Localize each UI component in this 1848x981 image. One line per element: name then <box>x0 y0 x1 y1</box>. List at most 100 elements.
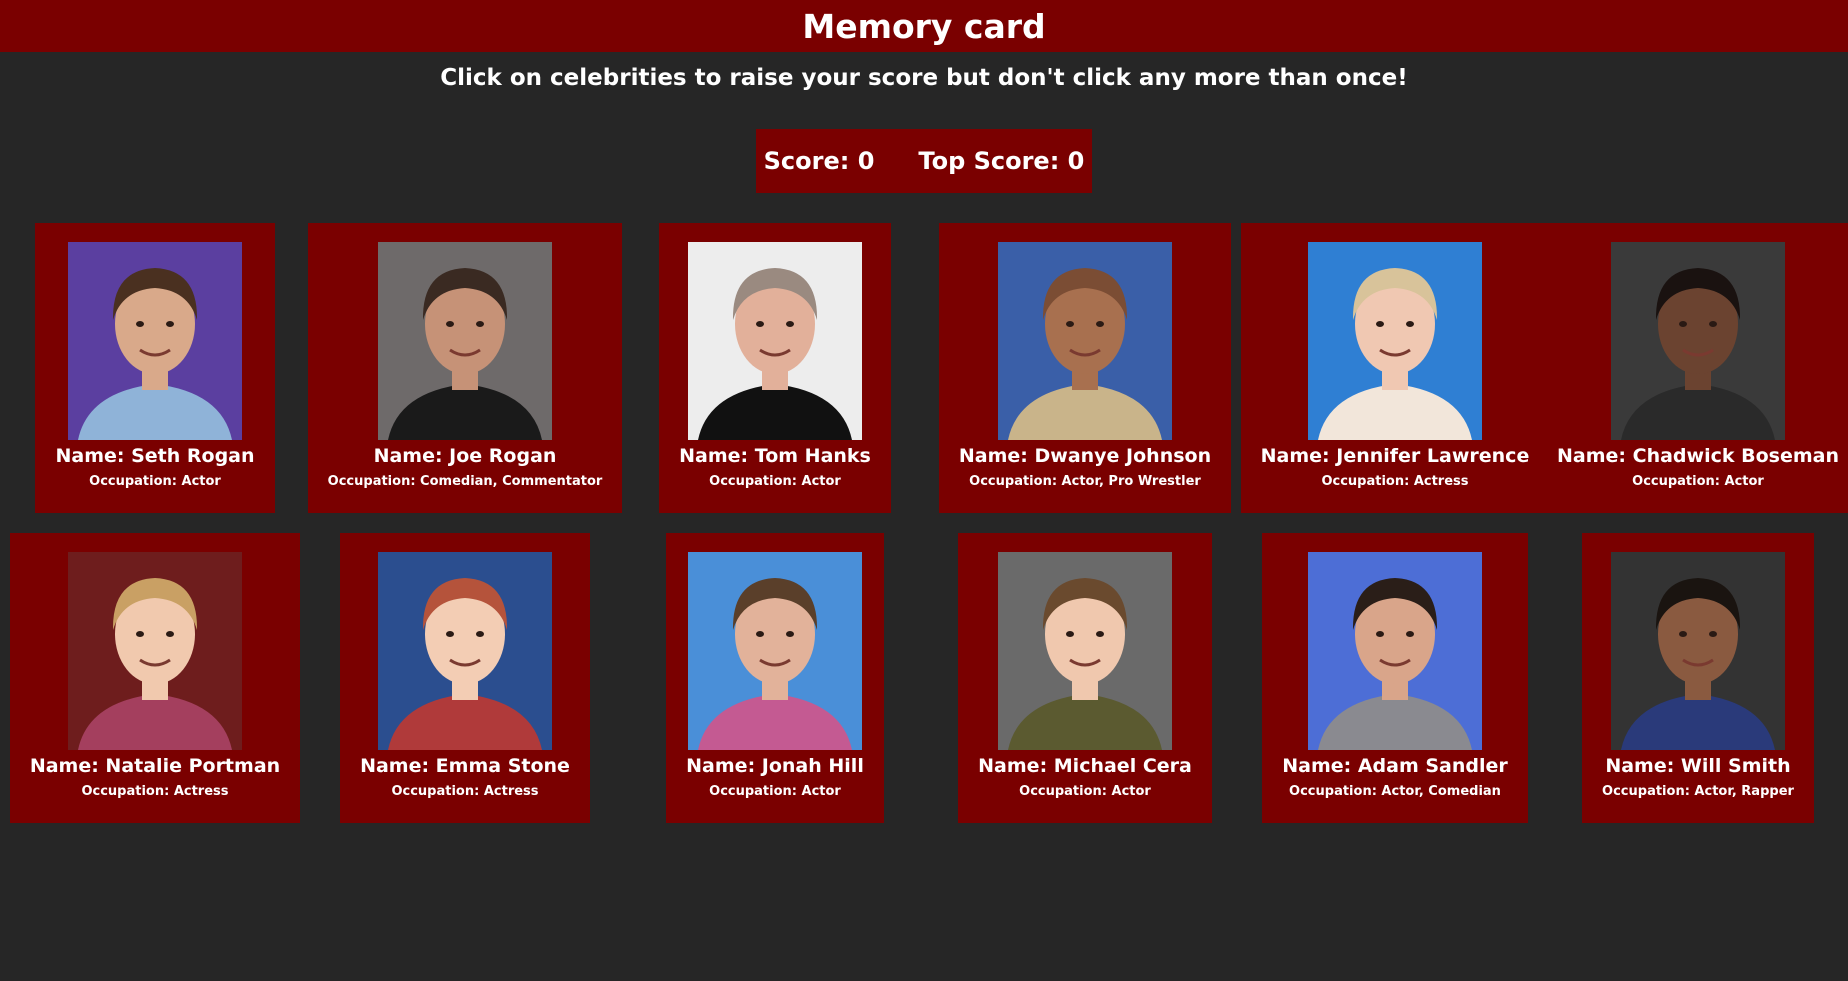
celebrity-card[interactable]: Name: Adam Sandler Occupation: Actor, Co… <box>1262 533 1528 823</box>
portrait-graphic <box>998 242 1172 440</box>
card-grid: Name: Seth Rogan Occupation: Actor Name:… <box>0 223 1848 863</box>
portrait-eye-left <box>1066 631 1074 637</box>
celebrity-photo[interactable] <box>1307 242 1482 440</box>
celebrity-photo[interactable] <box>998 242 1172 440</box>
portrait-eye-right <box>786 321 794 327</box>
celebrity-photo[interactable] <box>67 552 242 750</box>
portrait-graphic <box>687 552 862 750</box>
card-slot: Name: Joe Rogan Occupation: Comedian, Co… <box>307 223 623 513</box>
celebrity-photo[interactable] <box>378 552 552 750</box>
celebrity-name: Name: Natalie Portman <box>29 755 281 777</box>
portrait-eye-left <box>756 321 764 327</box>
celebrity-name: Name: Emma Stone <box>360 755 570 777</box>
celebrity-card[interactable]: Name: Tom Hanks Occupation: Actor <box>659 223 891 513</box>
portrait-graphic <box>378 552 552 750</box>
celebrity-card[interactable]: Name: Jennifer Lawrence Occupation: Actr… <box>1240 223 1550 513</box>
portrait-eye-right <box>1096 631 1104 637</box>
card-slot: Name: Jonah Hill Occupation: Actor <box>620 533 930 823</box>
portrait-eye-left <box>1679 321 1687 327</box>
portrait-eye-right <box>1096 321 1104 327</box>
celebrity-card[interactable]: Name: Joe Rogan Occupation: Comedian, Co… <box>307 223 623 513</box>
celebrity-photo[interactable] <box>378 242 552 440</box>
card-slot: Name: Adam Sandler Occupation: Actor, Co… <box>1240 533 1550 823</box>
celebrity-occupation: Occupation: Actor, Comedian <box>1289 784 1501 799</box>
top-score-display: Top Score: 0 <box>918 147 1085 175</box>
portrait-graphic <box>688 242 862 440</box>
portrait-eye-left <box>1375 321 1384 327</box>
card-slot: Name: Will Smith Occupation: Actor, Rapp… <box>1543 533 1848 823</box>
celebrity-photo[interactable] <box>1611 242 1785 440</box>
card-slot: Name: Jennifer Lawrence Occupation: Actr… <box>1240 223 1550 513</box>
celebrity-card[interactable]: Name: Michael Cera Occupation: Actor <box>958 533 1212 823</box>
instructions-text: Click on celebrities to raise your score… <box>440 65 1408 91</box>
score-display: Score: 0 <box>763 147 875 175</box>
celebrity-card[interactable]: Name: Natalie Portman Occupation: Actres… <box>9 533 301 823</box>
app-header: Memory card <box>0 0 1848 52</box>
celebrity-name: Name: Jennifer Lawrence <box>1260 445 1530 467</box>
portrait-eye-right <box>476 631 484 637</box>
celebrity-occupation: Occupation: Actor <box>1632 474 1764 489</box>
celebrity-photo[interactable] <box>998 552 1172 750</box>
page-title: Memory card <box>802 6 1046 46</box>
celebrity-photo[interactable] <box>1308 552 1482 750</box>
card-slot: Name: Tom Hanks Occupation: Actor <box>620 223 930 513</box>
portrait-graphic <box>1307 242 1482 440</box>
card-row: Name: Seth Rogan Occupation: Actor Name:… <box>0 223 1848 513</box>
celebrity-photo[interactable] <box>1610 552 1785 750</box>
portrait-eye-right <box>1406 631 1414 637</box>
celebrity-name: Name: Joe Rogan <box>373 445 557 467</box>
portrait-eye-left <box>1678 631 1687 637</box>
celebrity-occupation: Occupation: Actor <box>1019 784 1151 799</box>
portrait-eye-right <box>1709 321 1717 327</box>
celebrity-name: Name: Jonah Hill <box>686 755 864 777</box>
celebrity-occupation: Occupation: Actor <box>709 474 841 489</box>
card-slot: Name: Emma Stone Occupation: Actress <box>310 533 620 823</box>
celebrity-card[interactable]: Name: Dwanye Johnson Occupation: Actor, … <box>938 223 1232 513</box>
celebrity-occupation: Occupation: Actress <box>391 784 539 799</box>
portrait-eye-left <box>446 631 454 637</box>
portrait-eye-right <box>1405 321 1414 327</box>
celebrity-occupation: Occupation: Actor <box>89 474 221 489</box>
celebrity-occupation: Occupation: Actress <box>1321 474 1469 489</box>
celebrity-occupation: Occupation: Actor <box>709 784 841 799</box>
portrait-graphic <box>1610 552 1785 750</box>
celebrity-photo[interactable] <box>67 242 242 440</box>
celebrity-name: Name: Tom Hanks <box>679 445 871 467</box>
celebrity-occupation: Occupation: Actor, Rapper <box>1602 784 1794 799</box>
portrait-graphic <box>1611 242 1785 440</box>
celebrity-card[interactable]: Name: Will Smith Occupation: Actor, Rapp… <box>1582 533 1814 823</box>
celebrity-occupation: Occupation: Actor, Pro Wrestler <box>969 474 1201 489</box>
celebrity-name: Name: Chadwick Boseman <box>1557 445 1839 467</box>
celebrity-photo[interactable] <box>688 242 862 440</box>
celebrity-name: Name: Seth Rogan <box>55 445 255 467</box>
celebrity-card[interactable]: Name: Emma Stone Occupation: Actress <box>340 533 590 823</box>
portrait-graphic <box>67 552 242 750</box>
portrait-eye-right <box>1708 631 1717 637</box>
celebrity-occupation: Occupation: Comedian, Commentator <box>327 474 603 489</box>
portrait-graphic <box>1308 552 1482 750</box>
portrait-eye-right <box>785 631 794 637</box>
portrait-eye-left <box>755 631 764 637</box>
celebrity-card[interactable]: Name: Seth Rogan Occupation: Actor <box>35 223 275 513</box>
portrait-eye-left <box>1066 321 1074 327</box>
scoreboard: Score: 0 Top Score: 0 <box>756 129 1092 193</box>
celebrity-name: Name: Michael Cera <box>978 755 1192 777</box>
portrait-eye-left <box>135 321 144 327</box>
portrait-eye-right <box>476 321 484 327</box>
portrait-eye-left <box>446 321 454 327</box>
card-slot: Name: Natalie Portman Occupation: Actres… <box>0 533 310 823</box>
card-slot: Name: Chadwick Boseman Occupation: Actor <box>1537 223 1848 513</box>
celebrity-photo[interactable] <box>687 552 862 750</box>
celebrity-occupation: Occupation: Actress <box>81 784 229 799</box>
celebrity-card[interactable]: Name: Chadwick Boseman Occupation: Actor <box>1537 223 1848 513</box>
portrait-graphic <box>67 242 242 440</box>
card-slot: Name: Dwanye Johnson Occupation: Actor, … <box>930 223 1240 513</box>
card-row: Name: Natalie Portman Occupation: Actres… <box>0 533 1848 823</box>
celebrity-card[interactable]: Name: Jonah Hill Occupation: Actor <box>666 533 884 823</box>
celebrity-name: Name: Dwanye Johnson <box>958 445 1212 467</box>
portrait-eye-right <box>165 321 174 327</box>
card-slot: Name: Seth Rogan Occupation: Actor <box>0 223 310 513</box>
card-slot: Name: Michael Cera Occupation: Actor <box>930 533 1240 823</box>
celebrity-name: Name: Will Smith <box>1605 755 1791 777</box>
portrait-graphic <box>998 552 1172 750</box>
